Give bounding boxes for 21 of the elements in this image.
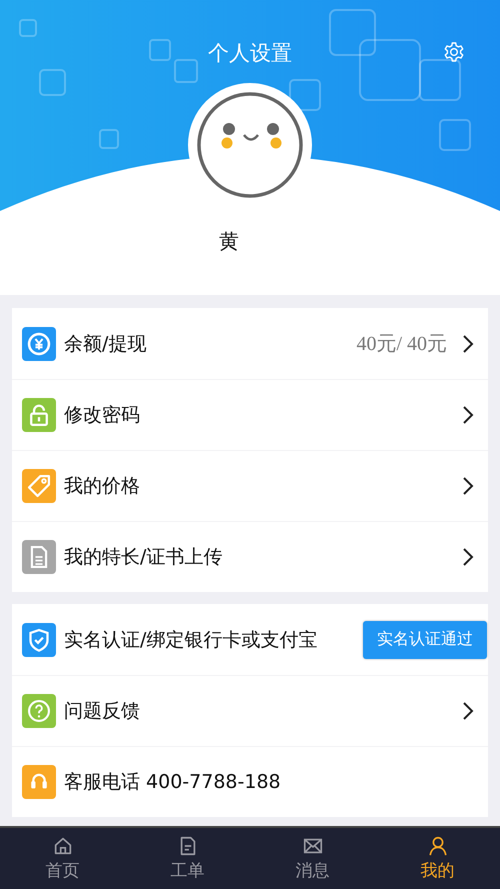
chevron-icon <box>461 701 475 721</box>
page-title: 个人设置 <box>208 40 292 67</box>
user-name: 黄 <box>219 228 239 255</box>
menu-item[interactable]: 我的价格 <box>64 473 461 499</box>
chevron-icon <box>461 547 475 567</box>
tab[interactable]: 首页 <box>0 828 125 889</box>
tab[interactable]: 我的 <box>375 828 500 889</box>
menu-item[interactable]: 实名认证/绑定银行卡或支付宝 <box>64 626 363 652</box>
menu-item[interactable]: 修改密码 <box>64 402 461 428</box>
tab[interactable]: 工单 <box>125 828 250 889</box>
settings-icon[interactable] <box>442 40 466 64</box>
chevron-icon <box>461 334 475 354</box>
tab[interactable]: 消息 <box>250 828 375 889</box>
menu-item[interactable]: 问题反馈 <box>64 698 461 724</box>
menu-item[interactable]: 客服电话 400-7788-188 <box>64 769 475 795</box>
person-icon <box>426 835 448 857</box>
menu-item[interactable]: 余额/提现 <box>64 330 356 356</box>
chevron-icon <box>461 405 475 425</box>
balance-value: 40元/ 40元 <box>356 332 447 357</box>
chevron-icon <box>461 476 475 496</box>
menu-item[interactable]: 我的特长/证书上传 <box>64 544 461 570</box>
